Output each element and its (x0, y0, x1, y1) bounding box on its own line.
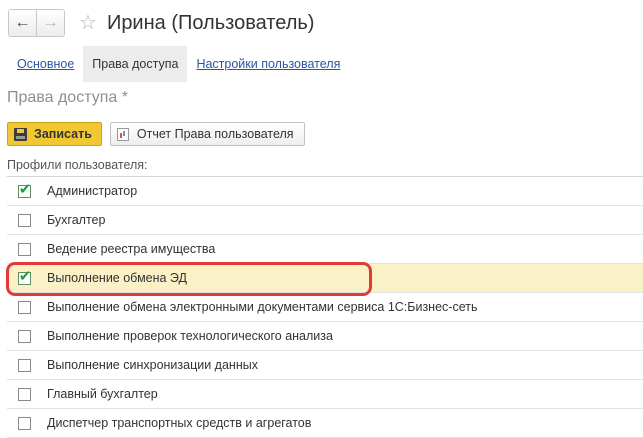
report-icon (116, 127, 129, 141)
profile-checkbox[interactable] (18, 329, 31, 343)
toolbar: Записать Отчет Права пользователя (7, 122, 305, 146)
save-button-label: Записать (34, 127, 92, 141)
checkmark-icon: ✔ (18, 180, 32, 198)
profile-label: Диспетчер транспортных средств и агрегат… (47, 416, 312, 430)
profile-label: Выполнение проверок технологического ана… (47, 329, 333, 343)
profile-checkbox[interactable] (18, 213, 31, 227)
tab-access-rights[interactable]: Права доступа (83, 46, 188, 82)
profile-checkbox[interactable]: ✔ (18, 180, 32, 198)
profile-row[interactable]: Ведение реестра имущества (7, 235, 643, 264)
disk-icon (14, 127, 27, 141)
profile-row[interactable]: Диспетчер транспортных средств и агрегат… (7, 409, 643, 438)
profile-label: Выполнение синхронизации данных (47, 358, 258, 372)
profile-row-selected[interactable]: ✔ Выполнение обмена ЭД (7, 264, 643, 293)
profile-label: Бухгалтер (47, 213, 106, 227)
profile-checkbox[interactable] (18, 387, 31, 401)
profile-row[interactable]: Выполнение синхронизации данных (7, 351, 643, 380)
arrow-left-icon: ← (14, 14, 31, 31)
profile-checkbox[interactable] (18, 242, 31, 256)
checkmark-icon: ✔ (18, 267, 32, 285)
profile-label: Выполнение обмена ЭД (47, 271, 187, 285)
window-header: ← → ☆ Ирина (Пользователь) (8, 8, 314, 38)
tab-user-settings[interactable]: Настройки пользователя (187, 46, 349, 82)
report-button-label: Отчет Права пользователя (136, 127, 294, 141)
window-title: Ирина (Пользователь) (106, 11, 315, 34)
forward-button[interactable]: → (37, 10, 64, 36)
profile-label: Главный бухгалтер (47, 387, 158, 401)
profile-checkbox[interactable]: ✔ (18, 267, 32, 285)
profile-row[interactable]: Выполнение обмена электронными документа… (7, 293, 643, 322)
profile-row[interactable]: Выполнение проверок технологического ана… (7, 322, 643, 351)
profile-row[interactable]: Бухгалтер (7, 206, 643, 235)
tab-bar: Основное Права доступа Настройки пользов… (8, 46, 349, 82)
profile-row[interactable]: Главный бухгалтер (7, 380, 643, 409)
profile-checkbox[interactable] (18, 358, 31, 372)
star-icon[interactable]: ☆ (79, 13, 97, 33)
profile-label: Выполнение обмена электронными документа… (47, 300, 478, 314)
profile-label: Ведение реестра имущества (47, 242, 216, 256)
save-button[interactable]: Записать (7, 122, 102, 146)
profile-label: Администратор (47, 184, 138, 198)
profile-checkbox[interactable] (18, 300, 31, 314)
profiles-list: ✔ Администратор Бухгалтер Ведение реестр… (7, 176, 643, 438)
navigation-buttons: ← → (8, 9, 65, 37)
tab-main[interactable]: Основное (8, 46, 83, 82)
profile-checkbox[interactable] (18, 416, 31, 430)
arrow-right-icon: → (42, 14, 59, 31)
user-rights-report-button[interactable]: Отчет Права пользователя (109, 122, 305, 146)
back-button[interactable]: ← (9, 10, 36, 36)
section-title: Права доступа * (7, 89, 128, 106)
profiles-label: Профили пользователя: (7, 158, 148, 172)
profile-row[interactable]: ✔ Администратор (7, 177, 643, 206)
